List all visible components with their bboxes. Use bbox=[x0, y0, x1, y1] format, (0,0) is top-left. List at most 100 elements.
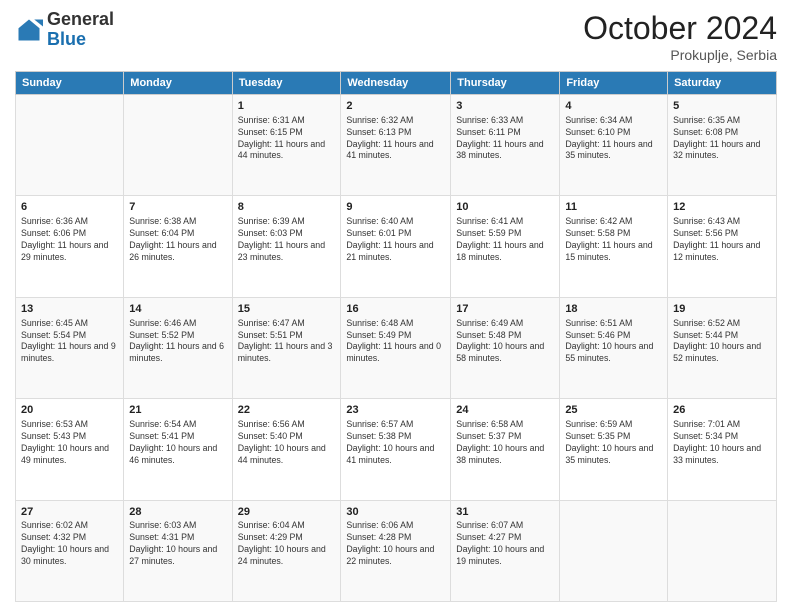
calendar-cell: 31Sunrise: 6:07 AM Sunset: 4:27 PM Dayli… bbox=[451, 500, 560, 601]
day-info: Sunrise: 6:54 AM Sunset: 5:41 PM Dayligh… bbox=[129, 419, 226, 467]
weekday-header-tuesday: Tuesday bbox=[232, 72, 341, 95]
day-info: Sunrise: 6:39 AM Sunset: 6:03 PM Dayligh… bbox=[238, 216, 336, 264]
day-number: 28 bbox=[129, 505, 226, 520]
calendar-cell: 7Sunrise: 6:38 AM Sunset: 6:04 PM Daylig… bbox=[124, 196, 232, 297]
calendar-cell: 21Sunrise: 6:54 AM Sunset: 5:41 PM Dayli… bbox=[124, 399, 232, 500]
day-number: 19 bbox=[673, 302, 771, 317]
weekday-header-wednesday: Wednesday bbox=[341, 72, 451, 95]
calendar-table: SundayMondayTuesdayWednesdayThursdayFrid… bbox=[15, 71, 777, 602]
calendar-body: 1Sunrise: 6:31 AM Sunset: 6:15 PM Daylig… bbox=[16, 95, 777, 602]
day-info: Sunrise: 6:36 AM Sunset: 6:06 PM Dayligh… bbox=[21, 216, 118, 264]
calendar-cell: 19Sunrise: 6:52 AM Sunset: 5:44 PM Dayli… bbox=[668, 297, 777, 398]
week-row-3: 20Sunrise: 6:53 AM Sunset: 5:43 PM Dayli… bbox=[16, 399, 777, 500]
calendar-cell: 14Sunrise: 6:46 AM Sunset: 5:52 PM Dayli… bbox=[124, 297, 232, 398]
calendar-cell: 3Sunrise: 6:33 AM Sunset: 6:11 PM Daylig… bbox=[451, 95, 560, 196]
day-info: Sunrise: 6:31 AM Sunset: 6:15 PM Dayligh… bbox=[238, 115, 336, 163]
logo-icon bbox=[15, 16, 43, 44]
day-info: Sunrise: 6:46 AM Sunset: 5:52 PM Dayligh… bbox=[129, 318, 226, 366]
day-number: 3 bbox=[456, 99, 554, 114]
day-info: Sunrise: 6:03 AM Sunset: 4:31 PM Dayligh… bbox=[129, 520, 226, 568]
calendar-cell bbox=[124, 95, 232, 196]
calendar-cell: 25Sunrise: 6:59 AM Sunset: 5:35 PM Dayli… bbox=[560, 399, 668, 500]
day-number: 6 bbox=[21, 200, 118, 215]
location-subtitle: Prokuplje, Serbia bbox=[583, 47, 777, 63]
calendar-cell: 22Sunrise: 6:56 AM Sunset: 5:40 PM Dayli… bbox=[232, 399, 341, 500]
day-info: Sunrise: 6:57 AM Sunset: 5:38 PM Dayligh… bbox=[346, 419, 445, 467]
day-info: Sunrise: 6:52 AM Sunset: 5:44 PM Dayligh… bbox=[673, 318, 771, 366]
weekday-header-thursday: Thursday bbox=[451, 72, 560, 95]
calendar-cell: 2Sunrise: 6:32 AM Sunset: 6:13 PM Daylig… bbox=[341, 95, 451, 196]
day-info: Sunrise: 6:43 AM Sunset: 5:56 PM Dayligh… bbox=[673, 216, 771, 264]
day-number: 27 bbox=[21, 505, 118, 520]
calendar-cell: 1Sunrise: 6:31 AM Sunset: 6:15 PM Daylig… bbox=[232, 95, 341, 196]
day-number: 12 bbox=[673, 200, 771, 215]
weekday-header-friday: Friday bbox=[560, 72, 668, 95]
calendar-cell: 28Sunrise: 6:03 AM Sunset: 4:31 PM Dayli… bbox=[124, 500, 232, 601]
day-info: Sunrise: 6:04 AM Sunset: 4:29 PM Dayligh… bbox=[238, 520, 336, 568]
calendar-cell: 15Sunrise: 6:47 AM Sunset: 5:51 PM Dayli… bbox=[232, 297, 341, 398]
day-number: 1 bbox=[238, 99, 336, 114]
day-info: Sunrise: 6:07 AM Sunset: 4:27 PM Dayligh… bbox=[456, 520, 554, 568]
day-info: Sunrise: 6:45 AM Sunset: 5:54 PM Dayligh… bbox=[21, 318, 118, 366]
day-info: Sunrise: 6:42 AM Sunset: 5:58 PM Dayligh… bbox=[565, 216, 662, 264]
calendar-cell: 30Sunrise: 6:06 AM Sunset: 4:28 PM Dayli… bbox=[341, 500, 451, 601]
day-number: 20 bbox=[21, 403, 118, 418]
header: General Blue October 2024 Prokuplje, Ser… bbox=[15, 10, 777, 63]
day-info: Sunrise: 6:34 AM Sunset: 6:10 PM Dayligh… bbox=[565, 115, 662, 163]
day-number: 31 bbox=[456, 505, 554, 520]
day-number: 17 bbox=[456, 302, 554, 317]
day-number: 24 bbox=[456, 403, 554, 418]
calendar-cell: 5Sunrise: 6:35 AM Sunset: 6:08 PM Daylig… bbox=[668, 95, 777, 196]
calendar-cell: 12Sunrise: 6:43 AM Sunset: 5:56 PM Dayli… bbox=[668, 196, 777, 297]
day-info: Sunrise: 6:41 AM Sunset: 5:59 PM Dayligh… bbox=[456, 216, 554, 264]
day-number: 8 bbox=[238, 200, 336, 215]
day-number: 14 bbox=[129, 302, 226, 317]
day-number: 21 bbox=[129, 403, 226, 418]
week-row-1: 6Sunrise: 6:36 AM Sunset: 6:06 PM Daylig… bbox=[16, 196, 777, 297]
day-info: Sunrise: 6:53 AM Sunset: 5:43 PM Dayligh… bbox=[21, 419, 118, 467]
month-title: October 2024 bbox=[583, 10, 777, 47]
calendar-cell: 20Sunrise: 6:53 AM Sunset: 5:43 PM Dayli… bbox=[16, 399, 124, 500]
calendar-cell: 6Sunrise: 6:36 AM Sunset: 6:06 PM Daylig… bbox=[16, 196, 124, 297]
day-info: Sunrise: 6:38 AM Sunset: 6:04 PM Dayligh… bbox=[129, 216, 226, 264]
calendar-cell: 17Sunrise: 6:49 AM Sunset: 5:48 PM Dayli… bbox=[451, 297, 560, 398]
logo-blue: Blue bbox=[47, 29, 86, 49]
day-info: Sunrise: 6:40 AM Sunset: 6:01 PM Dayligh… bbox=[346, 216, 445, 264]
calendar-cell bbox=[16, 95, 124, 196]
week-row-2: 13Sunrise: 6:45 AM Sunset: 5:54 PM Dayli… bbox=[16, 297, 777, 398]
day-number: 22 bbox=[238, 403, 336, 418]
day-number: 16 bbox=[346, 302, 445, 317]
day-info: Sunrise: 6:35 AM Sunset: 6:08 PM Dayligh… bbox=[673, 115, 771, 163]
day-number: 18 bbox=[565, 302, 662, 317]
calendar-header: SundayMondayTuesdayWednesdayThursdayFrid… bbox=[16, 72, 777, 95]
day-info: Sunrise: 6:56 AM Sunset: 5:40 PM Dayligh… bbox=[238, 419, 336, 467]
logo: General Blue bbox=[15, 10, 114, 50]
logo-general: General bbox=[47, 9, 114, 29]
calendar-cell: 11Sunrise: 6:42 AM Sunset: 5:58 PM Dayli… bbox=[560, 196, 668, 297]
calendar-cell: 13Sunrise: 6:45 AM Sunset: 5:54 PM Dayli… bbox=[16, 297, 124, 398]
day-info: Sunrise: 6:33 AM Sunset: 6:11 PM Dayligh… bbox=[456, 115, 554, 163]
day-info: Sunrise: 7:01 AM Sunset: 5:34 PM Dayligh… bbox=[673, 419, 771, 467]
day-number: 11 bbox=[565, 200, 662, 215]
calendar-cell bbox=[560, 500, 668, 601]
week-row-4: 27Sunrise: 6:02 AM Sunset: 4:32 PM Dayli… bbox=[16, 500, 777, 601]
day-number: 30 bbox=[346, 505, 445, 520]
day-number: 25 bbox=[565, 403, 662, 418]
title-block: October 2024 Prokuplje, Serbia bbox=[583, 10, 777, 63]
calendar-cell: 26Sunrise: 7:01 AM Sunset: 5:34 PM Dayli… bbox=[668, 399, 777, 500]
week-row-0: 1Sunrise: 6:31 AM Sunset: 6:15 PM Daylig… bbox=[16, 95, 777, 196]
weekday-header-sunday: Sunday bbox=[16, 72, 124, 95]
weekday-row: SundayMondayTuesdayWednesdayThursdayFrid… bbox=[16, 72, 777, 95]
day-number: 23 bbox=[346, 403, 445, 418]
calendar-cell: 29Sunrise: 6:04 AM Sunset: 4:29 PM Dayli… bbox=[232, 500, 341, 601]
day-info: Sunrise: 6:58 AM Sunset: 5:37 PM Dayligh… bbox=[456, 419, 554, 467]
day-info: Sunrise: 6:51 AM Sunset: 5:46 PM Dayligh… bbox=[565, 318, 662, 366]
day-info: Sunrise: 6:48 AM Sunset: 5:49 PM Dayligh… bbox=[346, 318, 445, 366]
calendar-cell bbox=[668, 500, 777, 601]
calendar-cell: 9Sunrise: 6:40 AM Sunset: 6:01 PM Daylig… bbox=[341, 196, 451, 297]
calendar-cell: 27Sunrise: 6:02 AM Sunset: 4:32 PM Dayli… bbox=[16, 500, 124, 601]
day-number: 2 bbox=[346, 99, 445, 114]
day-number: 13 bbox=[21, 302, 118, 317]
day-number: 5 bbox=[673, 99, 771, 114]
day-number: 7 bbox=[129, 200, 226, 215]
